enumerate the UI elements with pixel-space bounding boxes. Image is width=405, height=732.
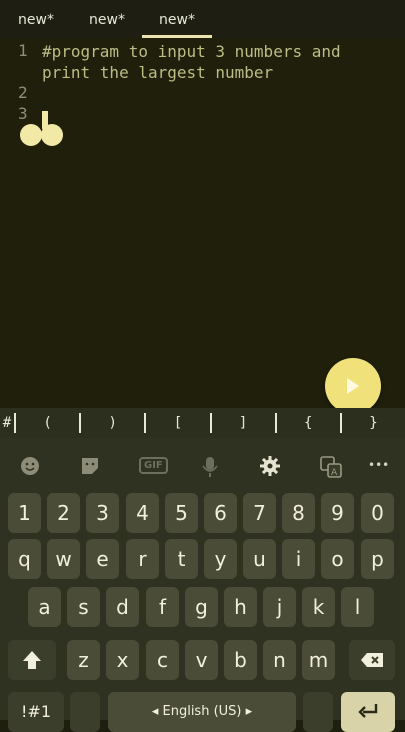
key-w[interactable]: w (47, 539, 80, 579)
key-g[interactable]: g (185, 587, 218, 627)
key-7[interactable]: 7 (243, 493, 276, 533)
key-8[interactable]: 8 (282, 493, 315, 533)
key-d[interactable]: d (106, 587, 139, 627)
key-v[interactable]: v (185, 640, 218, 680)
run-button[interactable] (325, 358, 381, 414)
keyboard: GIF A ••• 1 2 3 4 5 6 7 8 9 0 q w e r t … (0, 438, 405, 732)
code-line: #program to input 3 numbers and (42, 42, 341, 61)
key-b[interactable]: b (224, 640, 257, 680)
key-k[interactable]: k (302, 587, 335, 627)
backspace-icon (361, 653, 383, 667)
tab-file-1[interactable]: new* (0, 0, 72, 38)
more-icon[interactable]: ••• (368, 458, 389, 472)
gif-icon[interactable]: GIF (139, 457, 168, 474)
symbol-key-close-brace[interactable]: } (342, 415, 405, 431)
key-q[interactable]: q (8, 539, 41, 579)
key-e[interactable]: e (86, 539, 119, 579)
symbol-key-close-bracket[interactable]: ] (212, 415, 275, 431)
svg-text:A: A (331, 468, 338, 478)
sticker-icon[interactable] (80, 456, 100, 480)
tab-file-2[interactable]: new* (72, 0, 142, 38)
shift-icon (23, 651, 41, 669)
period-key[interactable] (303, 692, 333, 732)
line-number: 3 (18, 104, 28, 123)
key-m[interactable]: m (302, 640, 335, 680)
tab-file-3[interactable]: new* (142, 0, 212, 38)
symbol-bar: # ( ) [ ] { } (0, 408, 405, 438)
key-j[interactable]: j (263, 587, 296, 627)
backspace-key[interactable] (349, 640, 395, 680)
key-a[interactable]: a (28, 587, 61, 627)
symbol-key-open-brace[interactable]: { (277, 415, 340, 431)
tab-bar: new* new* new* (0, 0, 405, 38)
symbols-key[interactable]: !#1 (8, 692, 64, 732)
key-o[interactable]: o (321, 539, 354, 579)
key-2[interactable]: 2 (47, 493, 80, 533)
key-l[interactable]: l (341, 587, 374, 627)
key-3[interactable]: 3 (86, 493, 119, 533)
cursor-handle[interactable] (20, 124, 64, 146)
symbol-key-open-paren[interactable]: ( (16, 415, 79, 431)
key-r[interactable]: r (126, 539, 159, 579)
key-p[interactable]: p (361, 539, 394, 579)
symbol-key-open-bracket[interactable]: [ (146, 415, 209, 431)
key-i[interactable]: i (282, 539, 315, 579)
key-s[interactable]: s (67, 587, 100, 627)
key-5[interactable]: 5 (165, 493, 198, 533)
enter-key[interactable] (341, 692, 395, 732)
shift-key[interactable] (8, 640, 56, 680)
emoji-icon[interactable] (20, 456, 40, 480)
mic-icon[interactable] (202, 456, 218, 482)
key-z[interactable]: z (67, 640, 100, 680)
symbol-key-hash[interactable]: # (0, 415, 14, 431)
key-c[interactable]: c (146, 640, 179, 680)
play-icon (347, 378, 359, 394)
code-editor[interactable]: 1 2 3 #program to input 3 numbers and pr… (0, 38, 405, 408)
key-n[interactable]: n (263, 640, 296, 680)
key-0[interactable]: 0 (361, 493, 394, 533)
key-f[interactable]: f (146, 587, 179, 627)
key-h[interactable]: h (224, 587, 257, 627)
key-9[interactable]: 9 (321, 493, 354, 533)
key-y[interactable]: y (204, 539, 237, 579)
key-4[interactable]: 4 (126, 493, 159, 533)
key-t[interactable]: t (165, 539, 198, 579)
gear-icon[interactable] (260, 456, 280, 480)
space-key[interactable]: ◂ English (US) ▸ (108, 692, 296, 732)
line-number: 2 (18, 83, 28, 102)
code-line: print the largest number (42, 63, 274, 82)
keyboard-toolbar: GIF A ••• (0, 448, 405, 484)
enter-icon (358, 704, 378, 718)
comma-key[interactable] (70, 692, 100, 732)
key-x[interactable]: x (106, 640, 139, 680)
key-1[interactable]: 1 (8, 493, 41, 533)
translate-icon[interactable]: A (320, 456, 342, 482)
key-u[interactable]: u (243, 539, 276, 579)
key-6[interactable]: 6 (204, 493, 237, 533)
symbol-key-close-paren[interactable]: ) (81, 415, 144, 431)
line-number: 1 (18, 41, 28, 60)
